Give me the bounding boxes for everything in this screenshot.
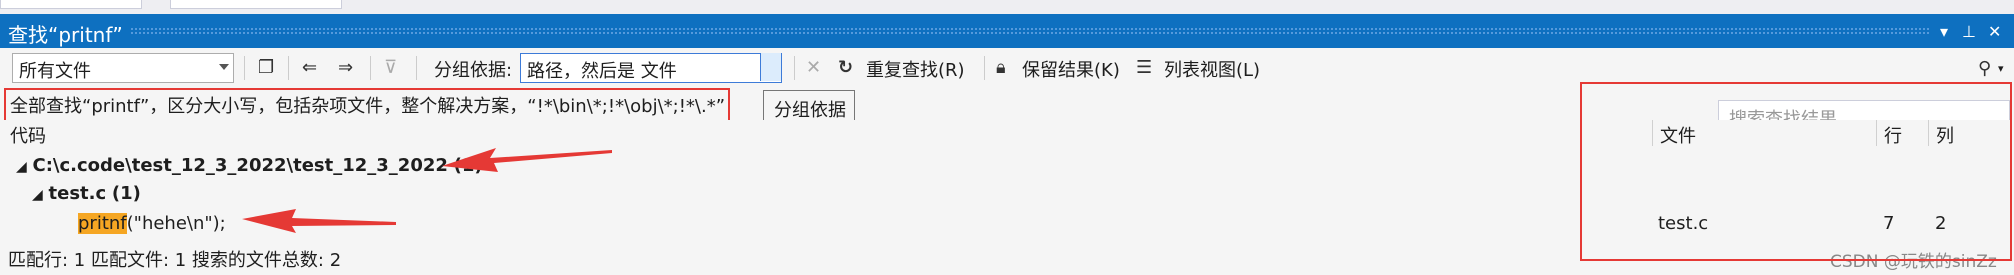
next-result-icon[interactable]: ⇒ bbox=[338, 57, 353, 78]
group-by-dropdown-button[interactable] bbox=[760, 53, 781, 81]
list-view-button[interactable]: 列表视图(L) bbox=[1164, 56, 1260, 82]
annotation-arrow bbox=[442, 148, 612, 172]
separator bbox=[370, 56, 371, 80]
match-highlight: pritnf bbox=[78, 213, 127, 234]
file-group-count: (1) bbox=[111, 183, 141, 204]
refresh-icon[interactable]: ↻ bbox=[838, 57, 853, 78]
repeat-find-button[interactable]: 重复查找(R) bbox=[866, 56, 965, 82]
expanded-triangle-icon[interactable]: ◢ bbox=[16, 159, 27, 175]
tab-stub[interactable] bbox=[0, 0, 142, 9]
search-summary: 全部查找“printf”，区分大小写，包括杂项文件，整个解决方案，“!*\bin… bbox=[10, 96, 726, 117]
scope-value: 所有文件 bbox=[19, 61, 91, 82]
separator bbox=[288, 56, 289, 80]
list-view-icon[interactable]: ☰ bbox=[1136, 57, 1152, 78]
result-match-row[interactable]: pritnf("hehe\n"); bbox=[78, 213, 226, 234]
expanded-triangle-icon[interactable]: ◢ bbox=[32, 187, 43, 203]
result-group-path[interactable]: ◢ C:\c.code\test_12_3_2022\test_12_3_202… bbox=[16, 155, 483, 176]
clear-filter-icon[interactable]: ⊽ bbox=[384, 57, 397, 78]
search-icon[interactable]: ⚲ bbox=[1978, 58, 1991, 79]
separator bbox=[416, 56, 417, 80]
pin-icon[interactable]: ⊥ bbox=[1962, 22, 1976, 41]
dropdown-icon[interactable]: ▾ bbox=[1940, 22, 1948, 41]
status-summary: 匹配行: 1 匹配文件: 1 搜索的文件总数: 2 bbox=[8, 250, 342, 271]
lock-icon[interactable]: 🔒︎ bbox=[996, 57, 1006, 78]
separator bbox=[794, 56, 795, 80]
tooltip: 分组依据 bbox=[763, 90, 855, 124]
chevron-down-icon[interactable]: ▾ bbox=[1998, 62, 2004, 75]
keep-results-button[interactable]: 保留结果(K) bbox=[1022, 56, 1120, 82]
tooltip-text: 分组依据 bbox=[774, 100, 846, 121]
path-label: C:\c.code\test_12_3_2022\test_12_3_2022 bbox=[32, 155, 448, 176]
stop-search-icon[interactable]: ✕ bbox=[806, 57, 821, 78]
copy-icon[interactable]: ❐ bbox=[258, 57, 274, 78]
file-group-label: test.c bbox=[48, 183, 107, 204]
annotation-arrow bbox=[242, 209, 396, 233]
scope-combobox[interactable]: 所有文件 bbox=[12, 53, 234, 83]
group-by-value: 路径，然后是 文件 bbox=[527, 61, 677, 82]
separator bbox=[244, 56, 245, 80]
group-by-combobox[interactable]: 路径，然后是 文件 bbox=[520, 53, 782, 83]
tab-stub[interactable] bbox=[170, 0, 342, 9]
window-title: 查找“pritnf” bbox=[8, 23, 123, 47]
column-header-code[interactable]: 代码 bbox=[10, 122, 46, 148]
group-by-label: 分组依据: bbox=[434, 60, 513, 81]
close-icon[interactable]: ✕ bbox=[1988, 22, 2001, 41]
previous-result-icon[interactable]: ⇐ bbox=[302, 57, 317, 78]
separator bbox=[984, 56, 985, 80]
match-code: ("hehe\n"); bbox=[126, 213, 226, 234]
annotation-box bbox=[1580, 82, 2012, 261]
tool-window-title-bar: 查找“pritnf” ▾ ⊥ ✕ bbox=[0, 14, 2014, 48]
chevron-down-icon[interactable] bbox=[219, 64, 229, 70]
result-group-file[interactable]: ◢ test.c (1) bbox=[32, 183, 141, 204]
title-grip bbox=[130, 27, 1930, 36]
